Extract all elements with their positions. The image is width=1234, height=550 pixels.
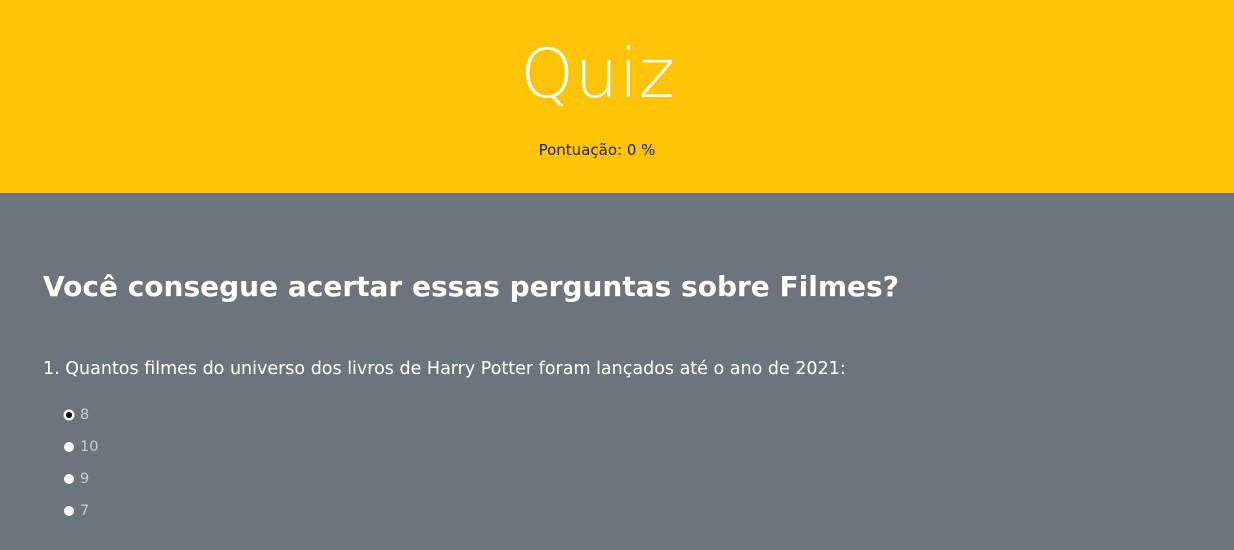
page-title-text: Quiz	[520, 35, 676, 114]
radio-button[interactable]	[64, 442, 74, 452]
answer-option-label[interactable]: 9	[80, 470, 89, 488]
answer-option[interactable]: 7	[64, 495, 98, 527]
score-display: Pontuação: 0 %	[0, 140, 1234, 160]
answer-options: 8 10 9 7	[64, 399, 98, 527]
answer-option-label[interactable]: 10	[80, 438, 98, 456]
page-title: Quiz	[0, 30, 1234, 120]
quiz-main: Você consegue acertar essas perguntas so…	[0, 193, 1234, 550]
radio-button[interactable]	[64, 474, 74, 484]
radio-button[interactable]	[64, 506, 74, 516]
radio-button-selected[interactable]	[64, 410, 74, 420]
score-text: Pontuação: 0 %	[538, 141, 656, 159]
answer-option-label[interactable]: 7	[80, 502, 89, 520]
answer-option[interactable]: 9	[64, 463, 98, 495]
answer-option[interactable]: 8	[64, 399, 98, 431]
answer-option-label[interactable]: 8	[80, 406, 89, 424]
answer-option[interactable]: 10	[64, 431, 98, 463]
question-text: 1. Quantos filmes do universo dos livros…	[43, 359, 846, 379]
quiz-headline: Você consegue acertar essas perguntas so…	[43, 270, 899, 303]
quiz-header: Quiz Pontuação: 0 %	[0, 0, 1234, 193]
